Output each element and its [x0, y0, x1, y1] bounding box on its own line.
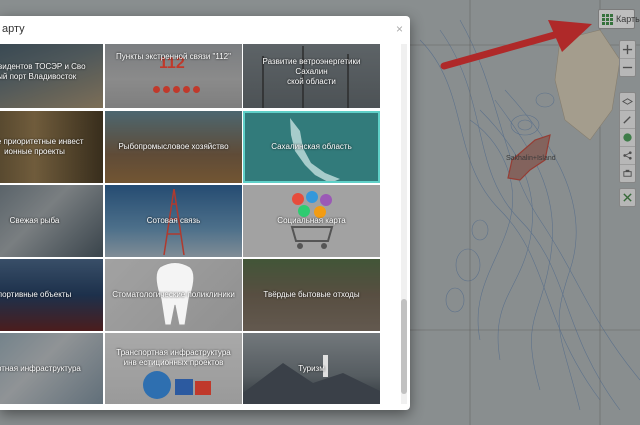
tile-label: портная инфраструктура — [0, 364, 81, 373]
tile-transport-investment[interactable]: Транспортная инфраструктура инв естицион… — [105, 333, 242, 404]
tile-fresh-fish[interactable]: Свежая рыба — [0, 185, 103, 257]
tile-tor-residents[interactable]: ь резидентов ТОСЭР и Сво ный порт Владив… — [0, 44, 103, 108]
tile-label: Сотовая связь — [146, 216, 201, 225]
tile-label: Стоматологические поликлиники — [112, 290, 235, 299]
tile-label: Развитие ветроэнергетики Сахалин ской об… — [262, 57, 361, 86]
tile-label: ь резидентов ТОСЭР и Сво ный порт Владив… — [0, 62, 86, 81]
tile-social-map[interactable]: Социальная карта — [243, 185, 380, 257]
tile-transport-infra[interactable]: портная инфраструктура — [0, 333, 103, 404]
close-button[interactable]: × — [396, 22, 403, 36]
modal-title: арту — [2, 23, 25, 35]
tile-tourism[interactable]: Туризм — [243, 333, 380, 404]
tile-wind-energy[interactable]: Развитие ветроэнергетики Сахалин ской об… — [243, 44, 380, 108]
tile-label: Сахалинская область — [271, 142, 352, 151]
tiles-grid: ь резидентов ТОСЭР и Сво ный порт Владив… — [0, 44, 396, 404]
tile-label: мые приоритетные инвест ионные проекты — [0, 137, 84, 156]
tile-sakhalin-region[interactable]: Сахалинская область — [243, 111, 380, 183]
tile-label: портивные объекты — [0, 290, 72, 299]
tile-emergency-112[interactable]: 112 Пункты экстренной связи "112" — [105, 44, 242, 108]
tile-priority-investment[interactable]: мые приоритетные инвест ионные проекты — [0, 111, 103, 183]
modal-scrollbar[interactable] — [401, 44, 407, 404]
tile-fishing-industry[interactable]: Рыбопромысловое хозяйство — [105, 111, 242, 183]
tile-label: Туризм — [298, 364, 325, 373]
tile-sports-facilities[interactable]: портивные объекты — [0, 259, 103, 331]
map-selection-modal: арту × ь резидентов ТОСЭР и Сво ный порт… — [0, 16, 410, 410]
tile-label: Социальная карта — [277, 216, 346, 225]
scrollbar-thumb[interactable] — [401, 299, 407, 394]
tile-solid-waste[interactable]: Твёрдые бытовые отходы — [243, 259, 380, 331]
tile-label: Твёрдые бытовые отходы — [263, 290, 360, 299]
tile-label: Свежая рыба — [9, 216, 60, 225]
tile-label: Рыбопромысловое хозяйство — [118, 142, 229, 151]
service-icons — [153, 86, 200, 93]
tile-cellular[interactable]: Сотовая связь — [105, 185, 242, 257]
tile-dental-clinics[interactable]: Стоматологические поликлиники — [105, 259, 242, 331]
tile-label: Пункты экстренной связи "112" — [116, 52, 231, 61]
tile-label: Транспортная инфраструктура инв естицион… — [116, 348, 231, 367]
